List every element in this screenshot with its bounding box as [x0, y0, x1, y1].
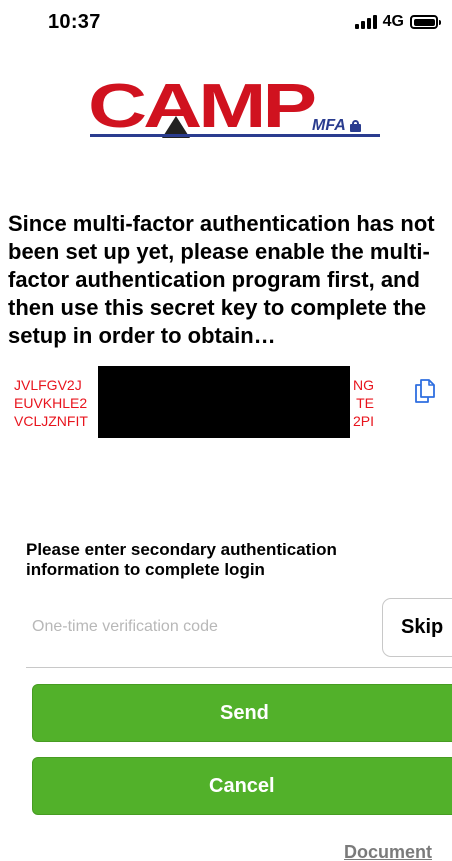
- secret-key-line-end: 2PI: [352, 413, 374, 429]
- secret-key-line-start: EUVKHLE2: [14, 395, 88, 411]
- input-divider: [26, 667, 452, 668]
- setup-instructions: Since multi-factor authentication has no…: [8, 211, 435, 348]
- battery-icon: [410, 15, 441, 29]
- logo-mfa: MFA: [312, 117, 361, 135]
- network-type: 4G: [382, 13, 404, 30]
- secret-key-line-start: VCLJZNFIT: [14, 413, 88, 429]
- logo-wordmark: CAMP: [88, 72, 317, 141]
- send-button[interactable]: Send: [32, 684, 452, 742]
- skip-button[interactable]: Skip: [382, 598, 452, 657]
- redaction-block: [98, 366, 350, 438]
- cancel-button[interactable]: Cancel: [32, 757, 452, 815]
- status-indicators: 4G: [354, 13, 441, 31]
- camp-mfa-logo: CAMP MFA: [88, 76, 384, 142]
- login-prompt: Please enter secondary authentication in…: [26, 540, 337, 579]
- otp-input[interactable]: [26, 600, 370, 654]
- document-link[interactable]: Document: [344, 842, 432, 861]
- copy-icon[interactable]: [414, 378, 436, 404]
- signal-icon: [354, 15, 377, 29]
- secret-key-line-end: NG: [353, 377, 374, 393]
- secret-key-line-start: JVLFGV2J: [14, 377, 82, 393]
- lock-icon: [349, 120, 361, 132]
- secret-key-line-end: TE: [356, 395, 374, 411]
- status-time: 10:37: [48, 11, 101, 33]
- logo-mfa-text: MFA: [312, 117, 346, 134]
